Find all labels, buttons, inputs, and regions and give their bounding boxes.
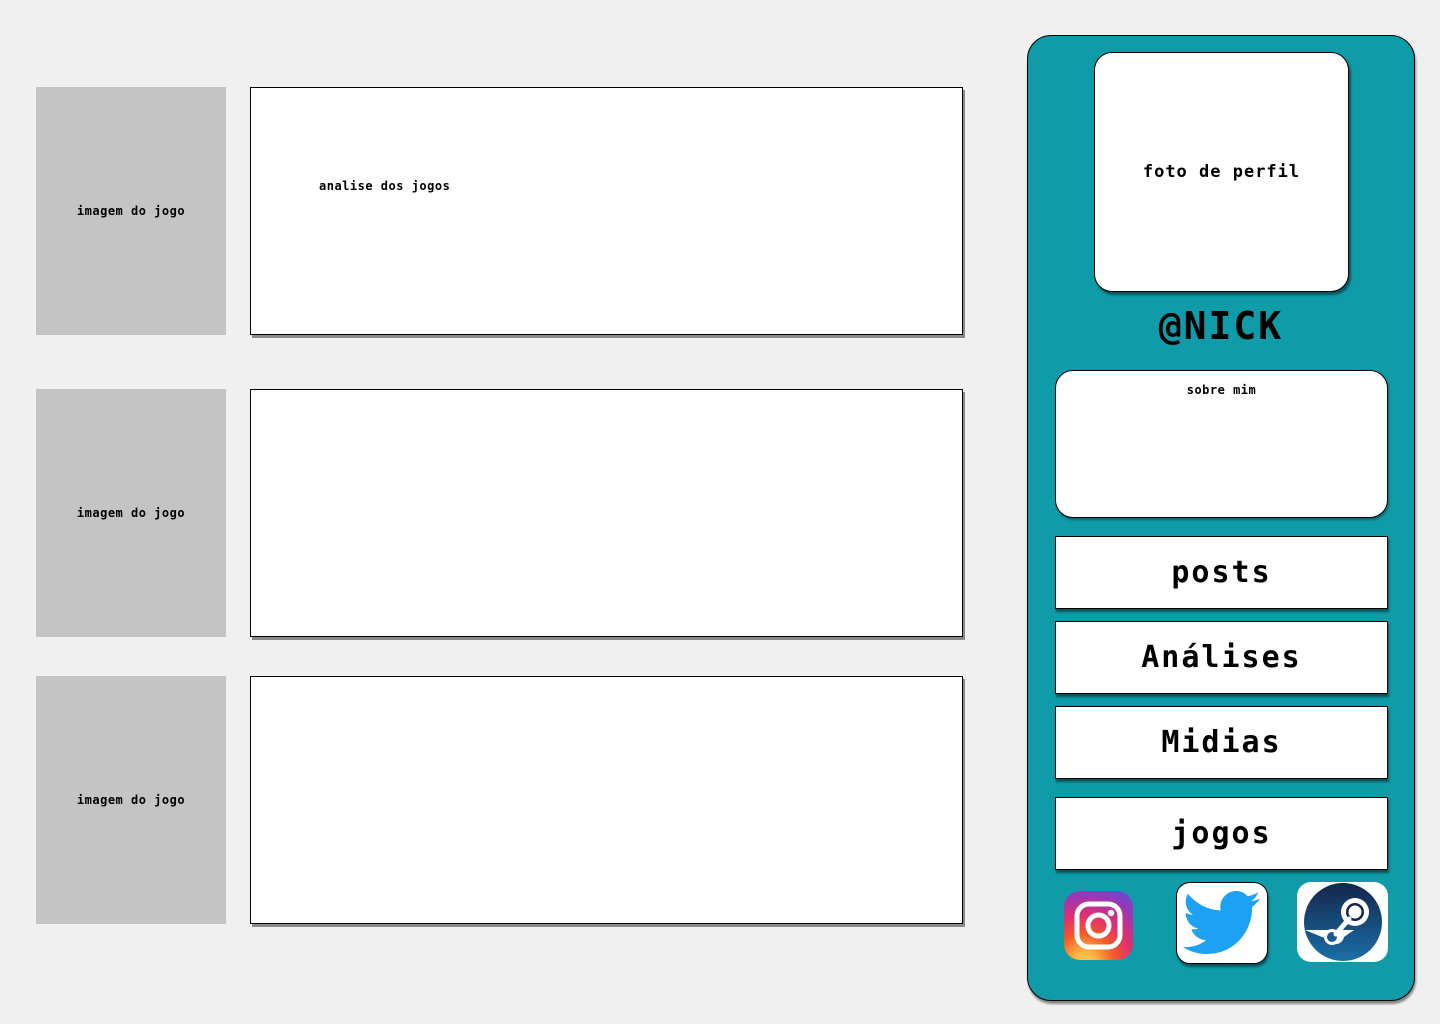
post-image[interactable]: imagem do jogo xyxy=(36,676,226,924)
post-image[interactable]: imagem do jogo xyxy=(36,389,226,637)
post-text: analise dos jogos xyxy=(319,179,451,193)
nav-posts-button[interactable]: posts xyxy=(1055,536,1388,609)
instagram-icon[interactable] xyxy=(1063,890,1134,961)
about-me-box: sobre mim xyxy=(1055,370,1388,518)
post-card[interactable] xyxy=(250,676,963,924)
nickname: @NICK xyxy=(1158,304,1284,348)
profile-photo-label: foto de perfil xyxy=(1142,162,1301,182)
post-image-label: imagem do jogo xyxy=(76,506,186,520)
steam-icon[interactable] xyxy=(1297,882,1388,962)
nav-jogos-button[interactable]: jogos xyxy=(1055,797,1388,870)
post-card[interactable] xyxy=(250,389,963,637)
twitter-icon[interactable] xyxy=(1176,882,1268,964)
nav-midias-button[interactable]: Midias xyxy=(1055,706,1388,779)
about-me-label: sobre mim xyxy=(1186,383,1257,397)
profile-photo[interactable]: foto de perfil xyxy=(1094,52,1349,292)
nav-analises-button[interactable]: Análises xyxy=(1055,621,1388,694)
post-image-label: imagem do jogo xyxy=(76,793,186,807)
post-card[interactable]: analise dos jogos xyxy=(250,87,963,335)
post-image[interactable]: imagem do jogo xyxy=(36,87,226,335)
post-image-label: imagem do jogo xyxy=(76,204,186,218)
profile-sidebar: foto de perfil @NICK sobre mim posts Aná… xyxy=(1027,35,1415,1001)
